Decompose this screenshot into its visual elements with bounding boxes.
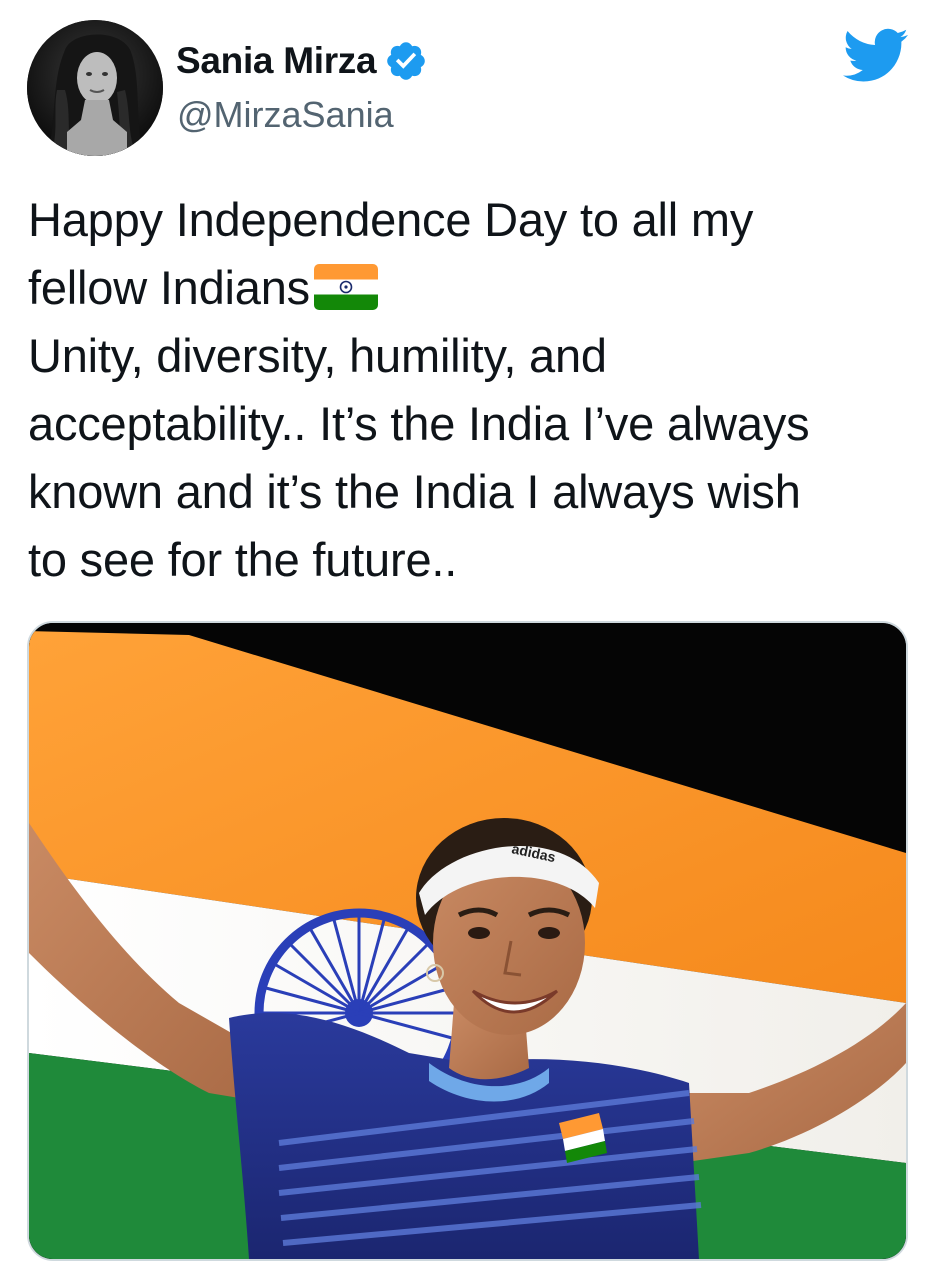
author-name-row: Sania Mirza — [176, 38, 428, 84]
tweet-text-line: to see for the future.. — [28, 533, 458, 586]
india-flag-emoji-icon — [313, 264, 378, 310]
tweet-text-line: Happy Independence Day to all my — [28, 193, 754, 246]
tweet-text-line: acceptability.. It’s the India I’ve alwa… — [28, 397, 810, 450]
verified-badge-icon — [387, 42, 426, 80]
twitter-bird-icon — [843, 28, 909, 82]
tweet-text-line: fellow Indians — [28, 261, 310, 314]
display-name[interactable]: Sania Mirza — [176, 40, 377, 82]
profile-photo-icon — [27, 20, 163, 156]
tweet-text-line-with-emoji: fellow Indians — [28, 254, 923, 322]
photo-player-with-flag: adidas — [29, 623, 906, 1259]
tweet-text-line: Unity, diversity, humility, and — [28, 329, 607, 382]
tweet-media-photo[interactable]: adidas — [27, 621, 908, 1261]
tweet-text: Happy Independence Day to all my fellow … — [28, 186, 923, 594]
author-handle[interactable]: @MirzaSania — [177, 94, 394, 136]
avatar[interactable] — [27, 20, 163, 156]
tweet-text-line: known and it’s the India I always wish — [28, 465, 801, 518]
